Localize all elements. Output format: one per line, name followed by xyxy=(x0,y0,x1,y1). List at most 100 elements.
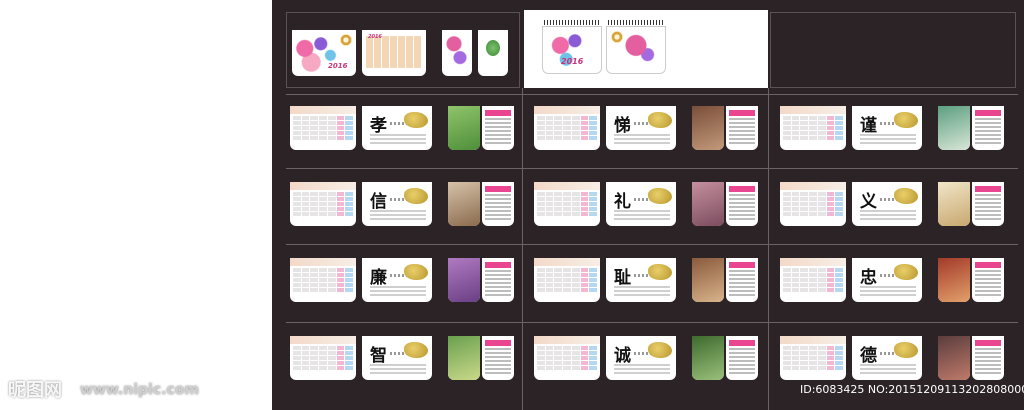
calendar-day-cell xyxy=(571,202,580,206)
text-line xyxy=(485,364,511,366)
calendar-card xyxy=(534,336,600,380)
calendar-day-cell xyxy=(580,197,589,201)
calendar-day-cell xyxy=(563,351,571,355)
calendar-day-cell xyxy=(809,207,817,211)
calendar-day-cell xyxy=(791,136,800,140)
calendar-day-cell xyxy=(826,126,835,130)
info-heading-bar xyxy=(485,262,511,268)
calendar-day-cell xyxy=(537,361,545,365)
calendar-day-cell xyxy=(293,192,301,196)
calendar-day-cell xyxy=(826,283,835,287)
calendar-day-cell xyxy=(345,212,353,216)
calendar-day-cell xyxy=(293,288,301,292)
photo-card xyxy=(448,336,480,380)
text-line xyxy=(729,364,755,366)
calendar-day-cell xyxy=(537,351,545,355)
text-line xyxy=(614,368,670,370)
calendar-day-cell xyxy=(826,278,835,282)
text-line xyxy=(860,372,916,374)
calendar-day-cell xyxy=(327,346,336,350)
calendar-day-cell xyxy=(826,121,835,125)
calendar-day-cell xyxy=(345,207,353,211)
calendar-day-cell xyxy=(791,131,800,135)
calendar-day-cell xyxy=(554,283,563,287)
calendar-day-cell xyxy=(835,116,843,120)
calendar-day-cell xyxy=(345,351,353,355)
calendar-day-cell xyxy=(571,192,580,196)
calendar-day-grid xyxy=(780,190,846,218)
gold-ornament-icon xyxy=(404,112,428,128)
calendar-day-cell xyxy=(545,283,554,287)
calendar-day-cell xyxy=(835,268,843,272)
calendar-day-cell xyxy=(310,361,319,365)
calendar-day-cell xyxy=(537,197,545,201)
calendar-day-cell xyxy=(809,202,817,206)
calendar-day-cell xyxy=(580,207,589,211)
calendar-day-cell xyxy=(580,126,589,130)
calendar-day-cell xyxy=(537,207,545,211)
calendar-day-cell xyxy=(800,288,809,292)
text-line xyxy=(485,274,511,276)
col-divider-1 xyxy=(522,88,523,410)
text-line xyxy=(614,214,670,216)
calendar-day-cell xyxy=(826,207,835,211)
text-line xyxy=(729,270,755,272)
calendar-day-cell xyxy=(545,351,554,355)
calendar-day-cell xyxy=(791,116,800,120)
calendar-day-cell xyxy=(545,136,554,140)
text-line xyxy=(860,142,916,144)
text-line xyxy=(614,142,670,144)
calendar-day-cell xyxy=(554,212,563,216)
calendar-day-cell xyxy=(301,278,310,282)
calendar-day-cell xyxy=(580,366,589,370)
calendar-day-cell xyxy=(791,192,800,196)
calendar-day-cell xyxy=(301,192,310,196)
calendar-day-cell xyxy=(809,212,817,216)
calendar-day-cell xyxy=(293,351,301,355)
calendar-card xyxy=(780,106,846,150)
calendar-day-cell xyxy=(554,268,563,272)
photo-card xyxy=(692,336,724,380)
calendar-day-cell xyxy=(319,192,327,196)
info-heading-bar xyxy=(729,262,755,268)
calendar-day-cell xyxy=(554,288,563,292)
text-line xyxy=(614,134,670,136)
info-text-lines xyxy=(726,348,758,374)
calendar-day-cell xyxy=(563,197,571,201)
calendar-day-cell xyxy=(800,136,809,140)
calendar-day-cell xyxy=(783,207,791,211)
calendar-day-cell xyxy=(319,116,327,120)
text-line xyxy=(485,202,511,204)
text-line xyxy=(729,372,755,374)
calendar-day-cell xyxy=(835,278,843,282)
calendar-day-cell xyxy=(327,116,336,120)
calendar-day-cell xyxy=(554,131,563,135)
text-line xyxy=(729,122,755,124)
calendar-day-cell xyxy=(310,278,319,282)
text-line xyxy=(485,368,511,370)
photo-card xyxy=(938,182,970,226)
calendar-day-cell xyxy=(571,212,580,216)
info-card xyxy=(482,182,514,226)
calendar-day-cell xyxy=(301,131,310,135)
calendar-day-cell xyxy=(817,136,826,140)
calendar-day-cell xyxy=(580,351,589,355)
calendar-card xyxy=(290,182,356,226)
text-line xyxy=(729,206,755,208)
calendar-day-cell xyxy=(319,288,327,292)
calendar-day-cell xyxy=(571,131,580,135)
calendar-day-cell xyxy=(826,131,835,135)
calendar-day-cell xyxy=(537,116,545,120)
calendar-day-cell xyxy=(336,283,345,287)
calendar-day-cell xyxy=(310,212,319,216)
calendar-day-cell xyxy=(800,126,809,130)
gold-ornament-icon xyxy=(894,264,918,280)
calendar-day-cell xyxy=(580,212,589,216)
calendar-day-cell xyxy=(571,136,580,140)
calendar-day-cell xyxy=(800,351,809,355)
calendar-day-cell xyxy=(571,283,580,287)
calendar-day-cell xyxy=(563,356,571,360)
calendar-day-cell xyxy=(327,212,336,216)
calendar-day-cell xyxy=(545,192,554,196)
calendar-day-cell xyxy=(800,346,809,350)
